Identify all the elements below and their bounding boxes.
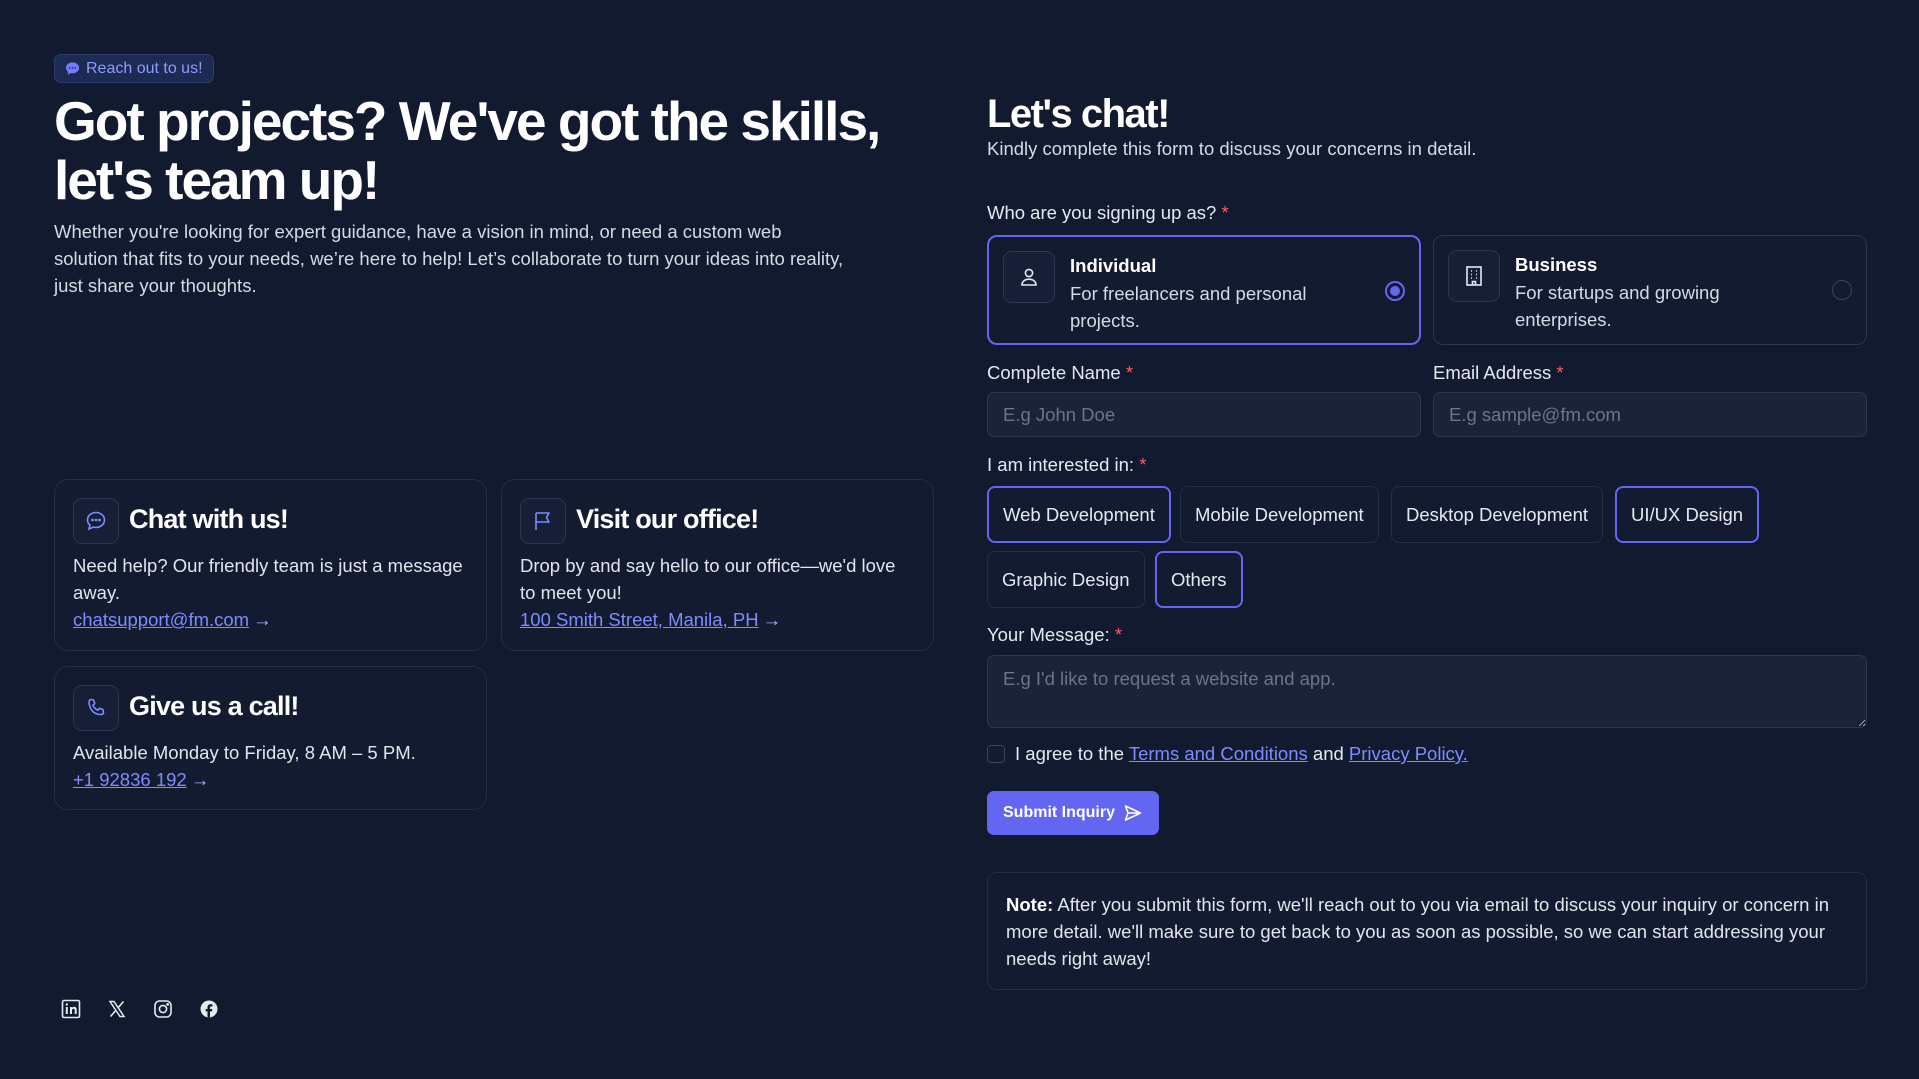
message-label: Your Message: * [987,624,1122,646]
agree-row: I agree to the Terms and Conditions and … [987,743,1468,765]
chat-card-text: Need help? Our friendly team is just a m… [73,555,463,603]
agree-and: and [1312,743,1344,764]
hero-title: Got projects? We've got the skills, let'… [54,92,914,210]
email-label: Email Address * [1433,362,1564,384]
instagram-icon[interactable] [153,999,173,1019]
badge-label: Reach out to us! [86,59,203,77]
office-card-title: Visit our office! [576,504,759,534]
role-title: Business [1515,254,1598,275]
role-title: Individual [1070,255,1157,276]
required-mark: * [1125,362,1134,383]
user-icon-box [1003,251,1055,303]
submit-inquiry-button[interactable]: Submit Inquiry [987,791,1159,835]
hero-title-line1: Got projects? We've got the skills, [54,90,881,152]
arrow-right-icon: → [762,609,782,630]
complete-name-input[interactable] [987,392,1421,437]
office-address-link[interactable]: 100 Smith Street, Manila, PH [520,609,759,630]
interest-web-development[interactable]: Web Development [987,486,1171,543]
call-card-text: Available Monday to Friday, 8 AM – 5 PM. [73,742,416,763]
call-card: Give us a call! Available Monday to Frid… [54,666,487,810]
role-desc: For startups and growing enterprises. [1515,282,1720,330]
required-mark: * [1221,202,1229,223]
office-card-text: Drop by and say hello to our office—we'd… [520,555,896,603]
interest-mobile-development[interactable]: Mobile Development [1180,486,1379,543]
user-icon [1021,268,1037,286]
note-text: After you submit this form, we'll reach … [1006,894,1830,969]
chat-email-link[interactable]: chatsupport@fm.com [73,609,249,630]
linkedin-icon[interactable] [61,999,81,1019]
call-icon-box [73,685,119,731]
call-card-title: Give us a call! [129,691,299,721]
interest-ui-ux-design[interactable]: UI/UX Design [1615,486,1760,543]
role-desc: For freelancers and personal projects. [1070,283,1307,331]
note-bold: Note: [1006,894,1054,915]
message-label-text: Your Message: [987,624,1110,645]
role-radio-individual[interactable] [1385,281,1405,301]
message-textarea[interactable] [987,655,1867,728]
submit-label: Submit Inquiry [1003,804,1115,821]
hero-title-line2: let's team up! [54,149,380,211]
role-option-individual[interactable]: Individual For freelancers and personal … [987,235,1421,345]
building-icon-box [1448,250,1500,302]
agree-checkbox[interactable] [987,745,1005,763]
flag-icon [535,512,550,530]
hero-description: Whether you're looking for expert guidan… [54,221,844,296]
page: Reach out to us! Got projects? We've got… [0,0,1919,1079]
reach-out-badge: Reach out to us! [54,54,214,83]
facebook-icon[interactable] [199,999,219,1019]
required-mark: * [1139,454,1147,475]
chat-bubble-icon [65,62,80,75]
chat-card: Chat with us! Need help? Our friendly te… [54,479,487,651]
privacy-link[interactable]: Privacy Policy. [1349,743,1468,764]
role-label: Who are you signing up as? * [987,202,1229,224]
role-radio-business[interactable] [1832,280,1852,300]
role-label-text: Who are you signing up as? [987,202,1217,223]
office-icon-box [520,498,566,544]
note-box: Note: After you submit this form, we'll … [987,872,1867,990]
agree-text: I agree to the Terms and Conditions and … [1015,743,1468,765]
interest-graphic-design[interactable]: Graphic Design [987,551,1145,608]
chat-icon [86,511,106,531]
email-label-text: Email Address [1433,362,1552,383]
name-label: Complete Name * [987,362,1133,384]
agree-prefix: I agree to the [1015,743,1125,764]
chat-card-title: Chat with us! [129,504,289,534]
interest-label-text: I am interested in: [987,454,1135,475]
chat-card-body: Need help? Our friendly team is just a m… [73,552,468,633]
office-card: Visit our office! Drop by and say hello … [501,479,934,651]
phone-icon [88,698,105,716]
phone-link[interactable]: +1 92836 192 [73,769,187,790]
chat-icon-box [73,498,119,544]
required-mark: * [1114,624,1123,645]
call-card-body: Available Monday to Friday, 8 AM – 5 PM.… [73,739,468,793]
interest-desktop-development[interactable]: Desktop Development [1391,486,1604,543]
arrow-right-icon: → [253,609,272,630]
form-subtitle: Kindly complete this form to discuss you… [987,138,1477,159]
arrow-right-icon: → [190,769,210,790]
building-icon [1466,266,1482,286]
x-icon[interactable] [107,999,127,1019]
send-icon [1124,805,1142,821]
email-input[interactable] [1433,392,1867,437]
name-label-text: Complete Name [987,362,1121,383]
form-title: Let's chat! [987,92,1170,136]
terms-link[interactable]: Terms and Conditions [1129,743,1308,764]
role-option-business[interactable]: Business For startups and growing enterp… [1433,235,1867,345]
required-mark: * [1556,362,1564,383]
social-links [61,999,219,1019]
office-card-body: Drop by and say hello to our office—we'd… [520,552,915,633]
interest-label: I am interested in: * [987,454,1146,476]
interest-others[interactable]: Others [1155,551,1243,608]
